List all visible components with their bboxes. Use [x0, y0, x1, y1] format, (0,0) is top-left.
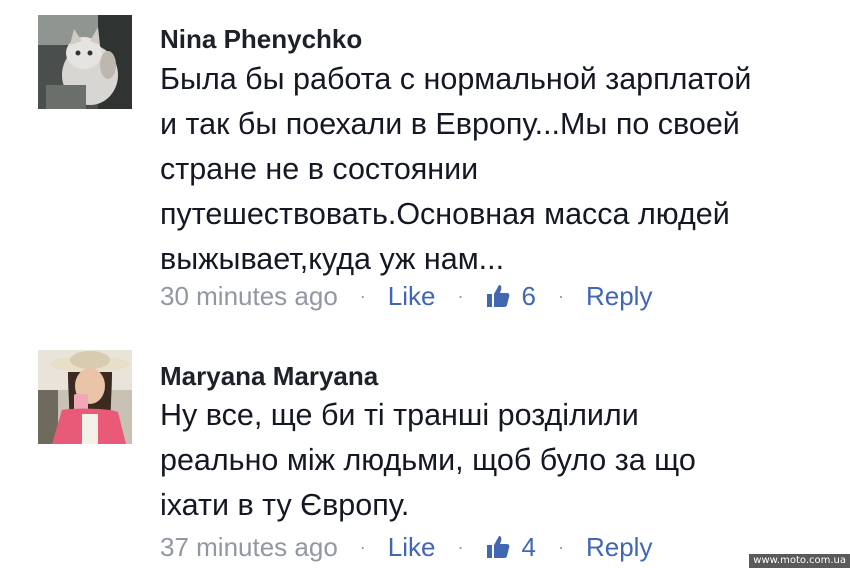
comment-actions: 37 minutes ago · Like · 4 · Reply — [160, 527, 652, 567]
avatar[interactable] — [38, 15, 132, 109]
comment-author[interactable]: Nina Phenychko — [160, 24, 362, 55]
separator: · — [457, 285, 464, 306]
reply-button[interactable]: Reply — [586, 281, 652, 312]
reply-button[interactable]: Reply — [586, 532, 652, 563]
cat-photo-icon — [38, 15, 132, 109]
separator: · — [457, 536, 464, 557]
comment-timestamp[interactable]: 30 minutes ago — [160, 281, 338, 312]
comment-actions: 30 minutes ago · Like · 6 · Reply — [160, 276, 652, 316]
woman-selfie-icon — [38, 350, 132, 444]
comment-author[interactable]: Maryana Maryana — [160, 361, 378, 392]
separator: · — [359, 285, 366, 306]
like-count[interactable]: 6 — [522, 281, 536, 312]
avatar[interactable] — [38, 350, 132, 444]
comment-text: Ну все, ще би ті транші розділили реальн… — [160, 398, 696, 522]
comment-text: Была бы работа с нормальной зарплатой и … — [160, 62, 752, 276]
separator: · — [557, 285, 564, 306]
like-count[interactable]: 4 — [522, 532, 536, 563]
comment-timestamp[interactable]: 37 minutes ago — [160, 532, 338, 563]
like-button[interactable]: Like — [388, 532, 436, 563]
thumbs-up-icon — [486, 285, 509, 307]
watermark: www.moto.com.ua — [749, 554, 850, 568]
separator: · — [359, 536, 366, 557]
separator: · — [557, 536, 564, 557]
like-button[interactable]: Like — [388, 281, 436, 312]
thumbs-up-icon — [486, 536, 509, 558]
